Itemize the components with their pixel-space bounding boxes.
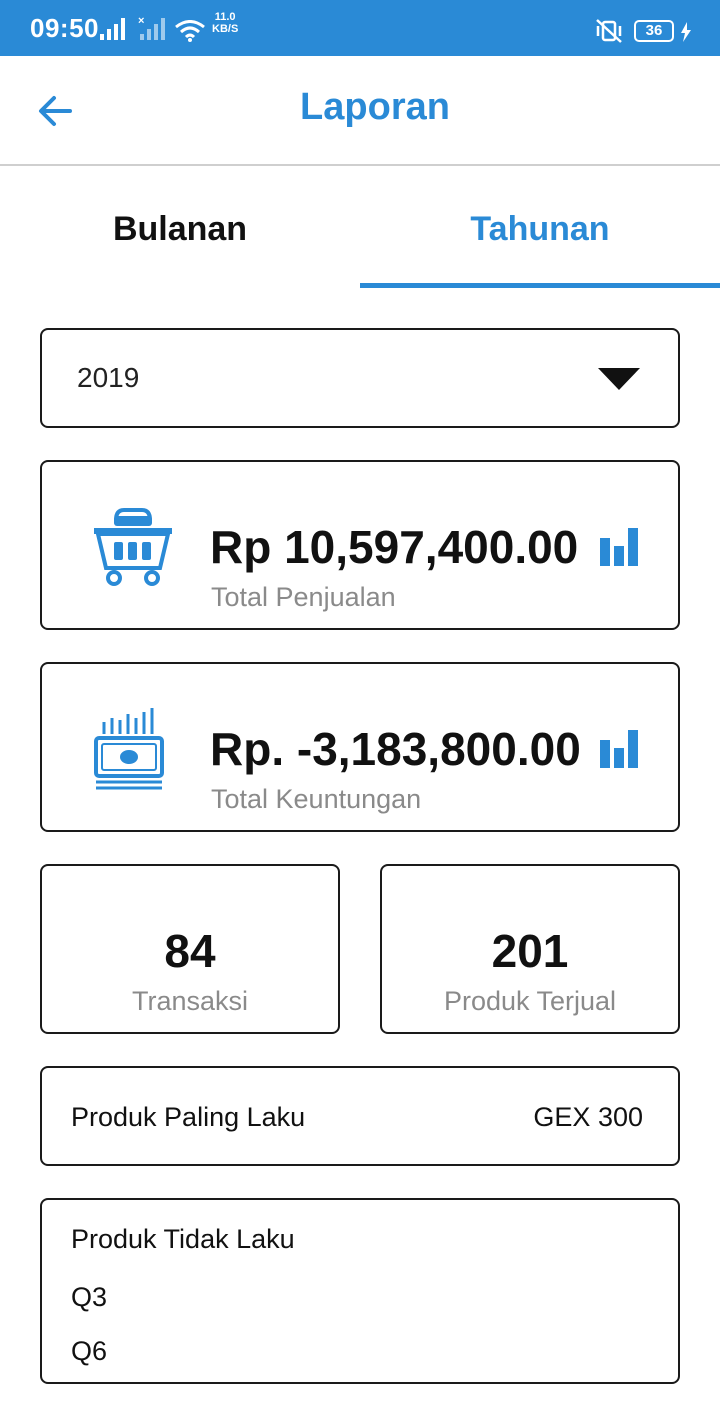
total-sales-amount: Rp 10,597,400.00 xyxy=(210,521,579,573)
caret-down-icon xyxy=(598,368,640,390)
net-speed-unit: KB/S xyxy=(212,23,239,35)
charging-icon xyxy=(681,22,691,42)
best-seller-label: Produk Paling Laku xyxy=(71,1102,306,1132)
net-speed-value: 11.0 xyxy=(214,11,236,23)
transactions-card: 84 Transaksi xyxy=(40,864,340,1034)
app-bar: Laporan xyxy=(0,56,720,166)
signal-icon xyxy=(100,18,125,40)
total-profit-card: Rp. -3,183,800.00 Total Keuntungan xyxy=(40,662,680,832)
list-item: Q6 xyxy=(71,1336,108,1366)
wifi-icon xyxy=(175,20,205,42)
bar-chart-icon[interactable] xyxy=(600,726,640,768)
transactions-label: Transaksi xyxy=(131,986,249,1016)
total-profit-label: Total Keuntungan xyxy=(211,784,422,814)
signal-no-data-icon: × xyxy=(138,15,165,40)
active-tab-indicator xyxy=(360,283,720,288)
transactions-count: 84 xyxy=(164,925,216,977)
tab-bulanan[interactable]: Bulanan xyxy=(0,168,360,288)
vibrate-mute-icon xyxy=(596,19,622,43)
best-seller-value: GEX 300 xyxy=(533,1102,643,1132)
net-speed: 11.0 KB/S xyxy=(212,11,238,35)
unsold-products-title: Produk Tidak Laku xyxy=(71,1224,295,1254)
best-seller-row: Produk Paling Laku GEX 300 xyxy=(40,1066,680,1166)
unsold-products-box: Produk Tidak Laku Q3 Q6 xyxy=(40,1198,680,1384)
status-bar: 09:50 × 11.0 KB/S 36 xyxy=(0,0,720,56)
products-sold-card: 201 Produk Terjual xyxy=(380,864,680,1034)
total-sales-label: Total Penjualan xyxy=(211,582,396,612)
total-profit-amount: Rp. -3,183,800.00 xyxy=(210,723,581,775)
tab-tahunan[interactable]: Tahunan xyxy=(360,168,720,288)
total-sales-card: Rp 10,597,400.00 Total Penjualan xyxy=(40,460,680,630)
bar-chart-icon[interactable] xyxy=(600,524,640,566)
year-dropdown-value: 2019 xyxy=(77,362,140,393)
list-item: Q3 xyxy=(71,1282,108,1312)
battery-icon: 36 xyxy=(634,20,674,42)
shopping-basket-icon xyxy=(94,508,172,586)
money-chart-icon xyxy=(94,708,164,790)
svg-text:×: × xyxy=(138,15,144,27)
products-sold-count: 201 xyxy=(491,925,569,977)
year-dropdown[interactable]: 2019 xyxy=(40,328,680,428)
products-sold-label: Produk Terjual xyxy=(443,986,617,1016)
status-time: 09:50 xyxy=(30,13,99,43)
page-title: Laporan xyxy=(300,86,450,128)
